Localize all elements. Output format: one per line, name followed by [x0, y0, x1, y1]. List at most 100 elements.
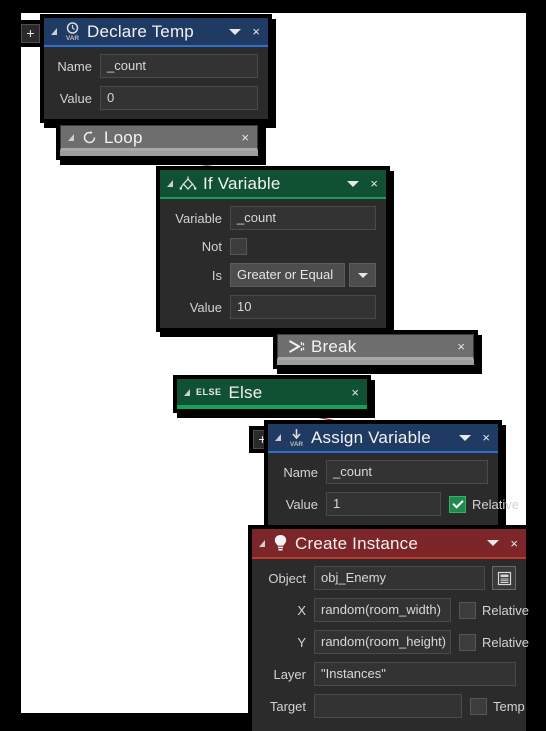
close-icon[interactable]: ×	[455, 340, 467, 353]
loop-underbar	[60, 151, 258, 156]
collapse-triangle-icon[interactable]	[259, 539, 265, 547]
add-button-top[interactable]: +	[21, 24, 40, 43]
not-checkbox[interactable]	[230, 238, 247, 255]
collapse-triangle-icon[interactable]	[184, 388, 190, 396]
declare-temp-body: Name _count Value 0	[44, 47, 268, 119]
if-variable-variable-row: Variable _count	[170, 206, 376, 230]
branch-icon	[179, 174, 197, 194]
value-input[interactable]: 1	[326, 492, 441, 516]
not-label: Not	[201, 239, 222, 254]
break-title: Break	[311, 336, 357, 356]
close-icon[interactable]: ×	[239, 131, 251, 144]
value-input[interactable]: 0	[100, 86, 258, 110]
block-assign-variable[interactable]: VAR Assign Variable × Name _count Value …	[268, 424, 519, 525]
collapse-triangle-icon[interactable]	[68, 133, 74, 141]
close-icon[interactable]: ×	[250, 25, 262, 38]
if-variable-is-row: Is Greater or Equal	[170, 263, 376, 287]
block-break[interactable]: Break ×	[277, 334, 474, 365]
block-else[interactable]: ELSE Else ×	[177, 379, 367, 409]
assign-variable-title: Assign Variable	[311, 428, 431, 447]
svg-text:VAR: VAR	[65, 35, 79, 41]
declare-temp-header[interactable]: VAR Declare Temp ×	[44, 18, 268, 47]
name-input[interactable]: _count	[326, 460, 488, 484]
collapse-triangle-icon[interactable]	[51, 28, 57, 35]
variable-label: Variable	[175, 210, 222, 226]
layer-input[interactable]: "Instances"	[314, 662, 516, 686]
declare-temp-title: Declare Temp	[87, 22, 194, 41]
loop-title: Loop	[104, 127, 143, 147]
x-label: X	[297, 602, 306, 618]
block-create-instance[interactable]: Create Instance × Object obj_Enemy X ran…	[252, 529, 529, 731]
else-title: Else	[228, 382, 263, 402]
create-instance-body: Object obj_Enemy X random(room_width) Re…	[252, 559, 529, 731]
else-icon: ELSE	[196, 387, 222, 397]
assign-variable-name-row: Name _count	[278, 460, 488, 484]
list-picker-icon[interactable]	[492, 566, 516, 590]
loop-header[interactable]: Loop ×	[60, 125, 258, 151]
value-input[interactable]: 10	[230, 295, 376, 319]
value-label: Value	[285, 496, 318, 512]
if-variable-header[interactable]: If Variable ×	[160, 170, 386, 199]
target-label: Target	[269, 698, 306, 714]
collapse-triangle-icon[interactable]	[167, 180, 173, 187]
create-instance-y-row: Y random(room_height) Relative	[262, 630, 529, 654]
block-loop[interactable]: Loop ×	[60, 125, 258, 156]
chevron-down-icon[interactable]	[459, 434, 472, 441]
relative-label: Relative	[472, 496, 519, 512]
create-instance-object-row: Object obj_Enemy	[262, 566, 516, 590]
block-if-variable[interactable]: If Variable × Variable _count Not Is Gre…	[160, 170, 386, 328]
x-relative-label: Relative	[482, 602, 529, 618]
break-header[interactable]: Break ×	[277, 334, 474, 360]
assign-variable-header[interactable]: VAR Assign Variable ×	[268, 424, 498, 453]
create-instance-target-row: Target Temp	[262, 694, 525, 718]
create-instance-x-row: X random(room_width) Relative	[262, 598, 529, 622]
y-label: Y	[297, 634, 306, 650]
if-variable-body: Variable _count Not Is Greater or Equal …	[160, 199, 386, 328]
relative-checkbox[interactable]	[449, 495, 466, 513]
declare-variable-icon: VAR	[63, 22, 81, 42]
create-instance-title: Create Instance	[295, 533, 419, 553]
lightbulb-icon	[271, 533, 289, 553]
y-relative-label: Relative	[482, 634, 529, 650]
variable-input[interactable]: _count	[230, 206, 376, 230]
collapse-triangle-icon[interactable]	[275, 434, 281, 441]
assign-variable-body: Name _count Value 1 Relative	[268, 453, 519, 525]
close-icon[interactable]: ×	[480, 431, 492, 444]
chevron-down-icon[interactable]	[349, 263, 376, 287]
create-instance-header[interactable]: Create Instance ×	[252, 529, 526, 559]
x-input[interactable]: random(room_width)	[314, 598, 451, 622]
chevron-down-icon[interactable]	[229, 28, 242, 35]
block-declare-temp[interactable]: VAR Declare Temp × Name _count Value 0	[44, 18, 268, 119]
is-label: Is	[211, 267, 222, 283]
close-icon[interactable]: ×	[349, 386, 361, 399]
layer-label: Layer	[273, 666, 306, 682]
temp-label: Temp	[493, 698, 525, 714]
value-label: Value	[59, 90, 92, 106]
if-variable-title: If Variable	[203, 174, 281, 193]
x-relative-checkbox[interactable]	[459, 601, 476, 619]
target-input[interactable]	[314, 694, 462, 718]
if-variable-value-row: Value 10	[170, 295, 376, 319]
temp-checkbox[interactable]	[470, 697, 487, 715]
break-underbar	[277, 360, 474, 365]
if-variable-not-row: Not	[170, 238, 376, 255]
y-relative-checkbox[interactable]	[459, 633, 476, 651]
chevron-down-icon[interactable]	[347, 180, 360, 187]
svg-text:VAR: VAR	[289, 441, 303, 447]
assign-variable-value-row: Value 1 Relative	[278, 492, 519, 516]
else-header[interactable]: ELSE Else ×	[177, 379, 367, 405]
y-input[interactable]: random(room_height)	[314, 630, 451, 654]
object-input[interactable]: obj_Enemy	[314, 566, 485, 590]
assign-variable-icon: VAR	[287, 428, 305, 448]
close-icon[interactable]: ×	[368, 177, 380, 190]
is-select[interactable]: Greater or Equal	[230, 263, 345, 287]
declare-temp-name-row: Name _count	[54, 54, 258, 78]
name-label: Name	[283, 464, 318, 480]
object-label: Object	[268, 570, 306, 586]
else-underbar	[177, 405, 367, 409]
create-instance-layer-row: Layer "Instances"	[262, 662, 516, 686]
name-input[interactable]: _count	[100, 54, 258, 78]
close-icon[interactable]: ×	[508, 537, 520, 550]
chevron-down-icon[interactable]	[487, 540, 500, 546]
loop-icon	[80, 127, 98, 147]
